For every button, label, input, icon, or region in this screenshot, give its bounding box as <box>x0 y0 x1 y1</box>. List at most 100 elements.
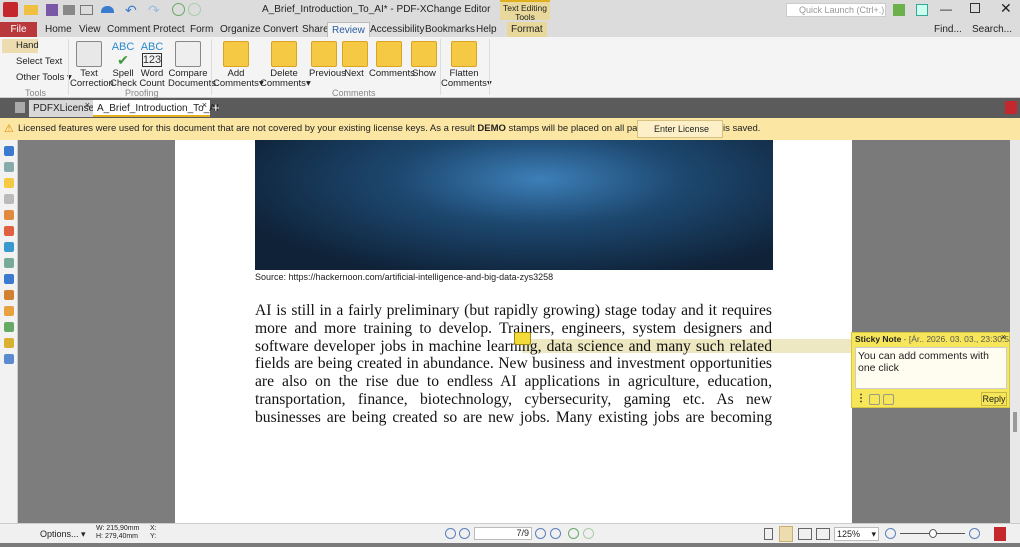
minimize-button[interactable]: — <box>940 2 952 16</box>
zoom-out-button[interactable] <box>885 528 896 539</box>
open-icon[interactable] <box>24 5 38 15</box>
first-page-button[interactable] <box>445 528 456 539</box>
document-icon[interactable] <box>4 226 14 236</box>
signatures-icon[interactable] <box>4 306 14 316</box>
ai-network-image <box>255 140 773 270</box>
doc-tab-pdfxlicense[interactable]: PDFXLicense × <box>29 97 94 117</box>
enter-license-key-button[interactable]: Enter License Key... <box>637 120 723 150</box>
sticky-note-text[interactable]: You can add comments with one click <box>855 347 1007 389</box>
comments-button[interactable]: Comments <box>369 41 415 79</box>
document-tabs: PDFXLicense × A_Brief_Introduction_To_AI … <box>0 97 1020 131</box>
tab-review[interactable]: Review <box>327 22 370 37</box>
previous-icon <box>311 41 337 67</box>
select-text-tool[interactable]: Select Text <box>4 56 62 67</box>
continuous-icon[interactable] <box>779 526 793 542</box>
text-correction-button[interactable]: Text Correction <box>70 41 114 89</box>
flatten-comments-button[interactable]: Flatten Comments▾ <box>441 41 492 89</box>
tab-home[interactable]: Home <box>41 22 76 37</box>
links-icon[interactable] <box>4 290 14 300</box>
delete-comments-button[interactable]: Delete Comments▾ <box>260 41 311 89</box>
pdf-app-icon[interactable] <box>994 527 1006 541</box>
tab-comment[interactable]: Comment <box>103 22 154 37</box>
sticky-note-marker-icon[interactable] <box>514 332 531 345</box>
show-icon <box>411 41 437 67</box>
find-button[interactable]: Find... <box>930 22 966 37</box>
destinations-icon[interactable] <box>4 338 14 348</box>
sticky-close-icon[interactable]: × <box>1001 332 1006 342</box>
content-icon[interactable] <box>4 242 14 252</box>
facing-continuous-icon[interactable] <box>816 528 830 540</box>
tab-bookmarks[interactable]: Bookmarks <box>421 22 479 37</box>
email-icon[interactable] <box>80 5 93 15</box>
select-text-label: Select Text <box>16 56 63 67</box>
back-view-button[interactable] <box>568 528 579 539</box>
reply-button[interactable]: Reply <box>981 392 1007 406</box>
fullscreen-icon[interactable] <box>916 4 928 16</box>
forward-icon[interactable] <box>188 3 201 16</box>
tab-help[interactable]: Help <box>472 22 501 37</box>
attachments-icon[interactable] <box>4 194 14 204</box>
fields-icon[interactable] <box>4 258 14 268</box>
search-button[interactable]: Search... <box>968 22 1016 37</box>
undo-icon[interactable]: ↶ <box>125 2 137 19</box>
forward-view-button[interactable] <box>583 528 594 539</box>
close-tab-icon[interactable]: × <box>85 97 90 114</box>
back-icon[interactable] <box>172 3 185 16</box>
quick-launch-input[interactable]: Quick Launch (Ctrl+.) <box>786 3 886 17</box>
tab-convert[interactable]: Convert <box>259 22 302 37</box>
scan-icon[interactable] <box>101 6 114 13</box>
next-comment-button[interactable]: Next <box>342 41 368 79</box>
tab-protect[interactable]: Protect <box>149 22 189 37</box>
sticky-status-checkbox[interactable] <box>869 394 880 405</box>
compare-documents-button[interactable]: Compare Documents <box>168 41 216 89</box>
options-button[interactable]: Options... ▾ <box>28 524 86 544</box>
last-page-button[interactable] <box>550 528 561 539</box>
tab-accessibility[interactable]: Accessibility <box>366 22 428 37</box>
single-page-icon[interactable] <box>764 528 773 540</box>
close-button[interactable]: ✕ <box>1000 0 1012 17</box>
save-icon[interactable] <box>46 4 58 16</box>
redo-icon[interactable]: ↷ <box>148 2 160 19</box>
tab-format[interactable]: Format <box>507 22 547 37</box>
next-page-button[interactable] <box>535 528 546 539</box>
tags-icon[interactable] <box>4 274 14 284</box>
other-tools-dropdown[interactable]: Other Tools ▾ <box>4 72 72 83</box>
app-logo <box>3 2 18 17</box>
settings-icon[interactable] <box>893 4 905 16</box>
comments-panel-icon[interactable] <box>4 178 14 188</box>
tab-view[interactable]: View <box>75 22 105 37</box>
sticky-menu-icon[interactable]: ⋮ <box>856 393 866 404</box>
word-count-icon: ABC 123 <box>140 41 164 67</box>
pages-icon[interactable] <box>4 162 14 172</box>
tab-organize[interactable]: Organize <box>216 22 265 37</box>
previous-comment-button[interactable]: Previous <box>309 41 346 79</box>
restore-button[interactable] <box>970 3 980 13</box>
word-count-button[interactable]: ABC 123 Word Count <box>139 41 165 89</box>
cursor-y: Y: <box>150 533 157 540</box>
show-comments-button[interactable]: Show <box>411 41 437 79</box>
tab-form[interactable]: Form <box>186 22 217 37</box>
facing-icon[interactable] <box>798 528 812 540</box>
doc-tab-active[interactable]: A_Brief_Introduction_To_AI *× <box>93 97 219 131</box>
vertical-scrollbar[interactable] <box>1010 140 1020 523</box>
hand-tool[interactable]: Hand <box>2 39 39 53</box>
add-comments-button[interactable]: Add Comments▾ <box>213 41 264 89</box>
new-tab-button[interactable]: + <box>212 100 224 116</box>
page-number-input[interactable]: 7/9 <box>474 527 532 540</box>
layers-icon[interactable] <box>4 210 14 220</box>
sticky-lock-icon[interactable] <box>883 394 894 405</box>
zoom-in-button[interactable] <box>969 528 980 539</box>
tab-file[interactable]: File <box>0 22 37 37</box>
body-paragraph: AI is still in a fairly preliminary (but… <box>255 302 772 427</box>
articles-icon[interactable] <box>4 322 14 332</box>
bookmark-icon[interactable] <box>4 146 14 156</box>
prev-page-button[interactable] <box>459 528 470 539</box>
spell-check-button[interactable]: ABC ✔ Spell Check <box>110 41 137 89</box>
zoom-slider-thumb[interactable] <box>929 529 937 538</box>
close-tab-icon[interactable]: × <box>202 97 207 114</box>
scroll-thumb[interactable] <box>1013 412 1017 432</box>
properties-icon[interactable] <box>4 354 14 364</box>
print-icon[interactable] <box>63 5 75 15</box>
tabs-menu-icon[interactable] <box>15 102 25 113</box>
zoom-select[interactable]: 125% ▾ <box>834 527 879 541</box>
